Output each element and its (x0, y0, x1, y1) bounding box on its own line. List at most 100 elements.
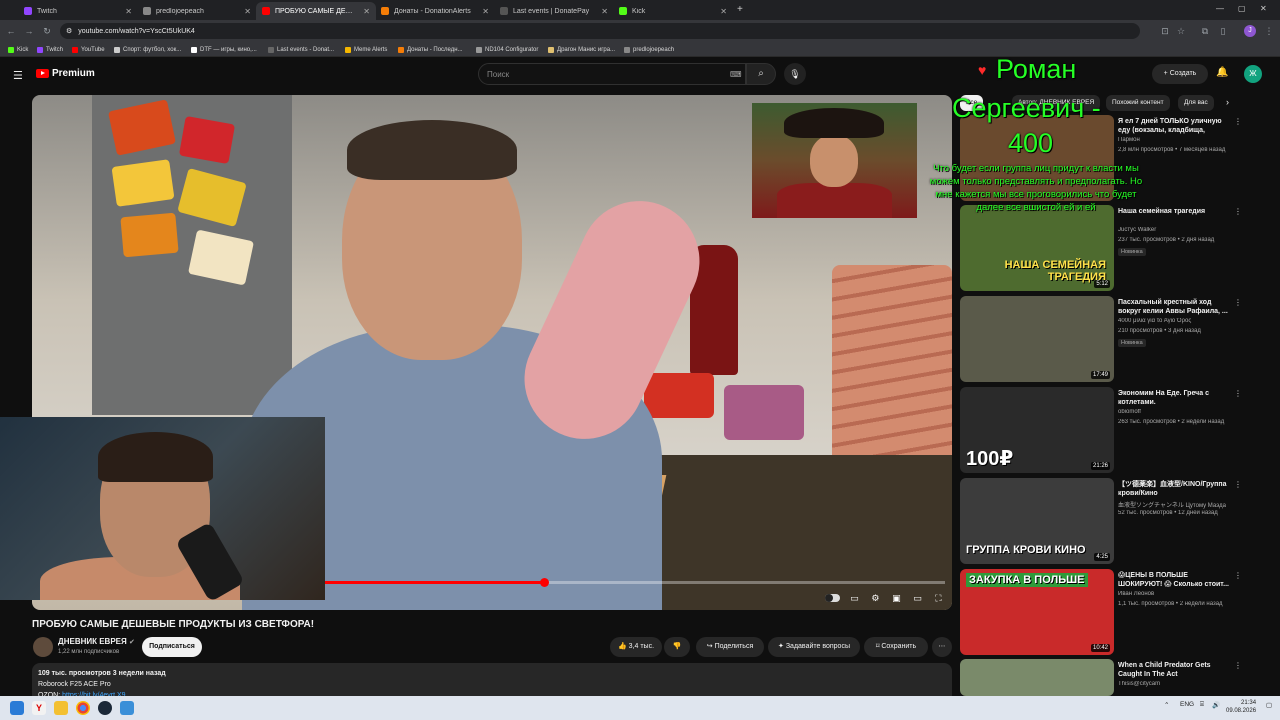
recommendation-item[interactable]: ГРУППА КРОВИ КИНО 4:25 【ツ德薬楽】血液型/KINO/Груп… (960, 478, 1242, 564)
miniplayer-icon[interactable]: ▣ (890, 592, 903, 604)
menu-dots-icon[interactable]: ⋮ (1262, 24, 1276, 38)
theater-mode-icon[interactable]: ▭ (911, 592, 924, 604)
recommendation-thumbnail[interactable]: НАША СЕМЕЙНАЯ ТРАГЕДИЯ 5:12 (960, 205, 1114, 291)
bookmark-item[interactable]: predlojoepeach (624, 44, 674, 55)
network-icon[interactable]: ⌸ (1200, 701, 1204, 709)
subtitles-icon[interactable]: ▭ (848, 592, 861, 604)
system-clock[interactable]: 21:34 09.08.2026 (1226, 699, 1256, 715)
file-explorer-icon[interactable] (54, 701, 68, 715)
chip-for-you[interactable]: Для вас (1178, 95, 1214, 111)
keyboard-icon[interactable]: ⌨ (730, 70, 742, 79)
recommendation-item[interactable]: 100₽ 21:26 Экономим На Еде. Греча с котлет… (960, 387, 1242, 473)
close-window-icon[interactable]: ✕ (1260, 4, 1267, 13)
start-menu-icon[interactable] (10, 701, 24, 715)
recommendation-title[interactable]: 【ツ德薬楽】血液型/KINO/Группа крови/Кино (1118, 480, 1230, 498)
browser-tab[interactable]: predlojoepeach ✕ (137, 2, 257, 20)
recommendation-item[interactable]: 17:49 Пасхальный крестный ход вокруг кели… (960, 296, 1242, 382)
minimize-icon[interactable]: — (1216, 4, 1224, 13)
more-options-icon[interactable]: ⋮ (1234, 117, 1242, 126)
notification-center-icon[interactable]: ▢ (1266, 701, 1272, 709)
browser-tab[interactable]: Kick ✕ (613, 2, 733, 20)
new-tab-icon[interactable]: + (737, 4, 743, 15)
chrome-icon[interactable] (76, 701, 90, 715)
recommendation-channel[interactable]: Juстус Walker (1118, 227, 1233, 233)
tab-close-icon[interactable]: ✕ (244, 7, 251, 16)
account-avatar[interactable]: Ж (1244, 65, 1262, 83)
hamburger-menu-icon[interactable]: ☰ (13, 69, 23, 82)
tab-close-icon[interactable]: ✕ (363, 7, 370, 16)
extensions-icon[interactable]: ⧉ (1198, 24, 1212, 38)
video-scrubber-handle[interactable] (539, 578, 549, 587)
bookmark-item[interactable]: YouTube (72, 44, 105, 55)
recommendation-title[interactable]: When a Child Predator Gets Caught In The… (1118, 661, 1230, 679)
recommendation-channel[interactable]: Thisis@citycam (1118, 681, 1233, 687)
browser-tab[interactable]: ПРОБУЮ САМЫЕ ДЕШЕВЫЕ П ✕ (256, 2, 376, 20)
voice-search-button[interactable]: 🎙 (784, 63, 806, 85)
search-input[interactable]: Поиск (478, 63, 746, 85)
tab-close-icon[interactable]: ✕ (125, 7, 132, 16)
youtube-logo[interactable]: Premium (36, 68, 95, 79)
browser-tab[interactable]: Донаты - DonationAlerts ✕ (375, 2, 495, 20)
like-button[interactable]: 👍 3,4 тыс. (610, 637, 662, 657)
bookmark-item[interactable]: Донаты - Последн... (398, 44, 463, 55)
recommendation-thumbnail[interactable] (960, 659, 1114, 696)
sidebar-icon[interactable]: ▯ (1216, 24, 1230, 38)
recommendation-channel[interactable]: 4000 μίλια για το Άγιο Όρος (1118, 318, 1233, 324)
recommendation-title[interactable]: Пасхальный крестный ход вокруг келии Авв… (1118, 298, 1230, 316)
browser-tab[interactable]: Last events | DonatePay ✕ (494, 2, 614, 20)
chevron-right-icon[interactable]: › (1226, 97, 1229, 107)
language-indicator[interactable]: ENG (1180, 701, 1194, 708)
recommendation-channel[interactable]: obiomoff (1118, 409, 1233, 415)
recommendation-item[interactable]: НАША СЕМЕЙНАЯ ТРАГЕДИЯ 5:12 Наша семейная … (960, 205, 1242, 291)
chip-similar[interactable]: Похожий контент (1106, 95, 1170, 111)
more-options-icon[interactable]: ⋮ (1234, 480, 1242, 489)
recommendation-thumbnail[interactable]: 100₽ 21:26 (960, 387, 1114, 473)
bookmark-item[interactable]: Спорт: футбол, хок... (114, 44, 181, 55)
settings-gear-icon[interactable]: ⚙ (869, 592, 882, 604)
dislike-button[interactable]: 👎 (664, 637, 690, 657)
recommendation-item[interactable]: When a Child Predator Gets Caught In The… (960, 659, 1242, 696)
create-button[interactable]: + Создать (1152, 64, 1208, 84)
autoplay-toggle[interactable] (825, 594, 840, 602)
bookmark-star-icon[interactable]: ☆ (1174, 24, 1188, 38)
bookmark-item[interactable]: ND104 Configurator (476, 44, 538, 55)
tab-close-icon[interactable]: ✕ (482, 7, 489, 16)
yandex-browser-icon[interactable]: Y (32, 701, 46, 715)
notifications-bell-icon[interactable]: 🔔 (1216, 67, 1228, 78)
bookmark-item[interactable]: Драгон Манис игра... (548, 44, 615, 55)
back-icon[interactable]: ← (4, 24, 18, 38)
channel-avatar[interactable] (33, 637, 53, 657)
more-actions-button[interactable]: ⋯ (932, 637, 952, 657)
tab-close-icon[interactable]: ✕ (601, 7, 608, 16)
more-options-icon[interactable]: ⋮ (1234, 298, 1242, 307)
recommendation-channel[interactable]: Пармон (1118, 137, 1233, 143)
recommendation-channel[interactable]: 血液型ソングチャンネル Цутому Маэда (1118, 500, 1233, 509)
steam-icon[interactable] (98, 701, 112, 715)
tab-close-icon[interactable]: ✕ (720, 7, 727, 16)
ask-questions-button[interactable]: ✦ Задавайте вопросы (768, 637, 860, 657)
tray-chevron-icon[interactable]: ⌃ (1164, 701, 1169, 709)
video-progress-bar[interactable] (325, 578, 945, 587)
profile-avatar-icon[interactable]: J (1244, 25, 1256, 37)
maximize-icon[interactable]: ▢ (1238, 4, 1246, 13)
recommendation-title[interactable]: Экономим На Еде. Греча с котлетами. (1118, 389, 1230, 407)
browser-tab[interactable]: Twitch ✕ (18, 2, 138, 20)
forward-icon[interactable]: → (22, 24, 36, 38)
recommendation-thumbnail[interactable]: 17:49 (960, 296, 1114, 382)
recommendation-title[interactable]: Я ел 7 дней ТОЛЬКО уличную еду (вокзалы,… (1118, 117, 1230, 135)
more-options-icon[interactable]: ⋮ (1234, 389, 1242, 398)
more-options-icon[interactable]: ⋮ (1234, 661, 1242, 670)
install-icon[interactable]: ⊡ (1158, 24, 1172, 38)
channel-name[interactable]: ДНЕВНИК ЕВРЕЯ ✔ (58, 637, 135, 646)
address-bar[interactable]: ⚙ youtube.com/watch?v=YscCt5UkUK4 (60, 23, 1140, 39)
bookmark-item[interactable]: Kick (8, 44, 28, 55)
fullscreen-icon[interactable]: ⛶ (932, 592, 945, 604)
recommendation-title[interactable]: 😱ЦЕНЫ В ПОЛЬШЕ ШОКИРУЮТ! 😱 Сколько стоит… (1118, 571, 1230, 589)
recommendation-thumbnail[interactable]: ЗАКУПКА В ПОЛЬШЕ 10:42 (960, 569, 1114, 655)
bookmark-item[interactable]: DTF — игры, кино,... (191, 44, 257, 55)
save-button[interactable]: ⌑ Сохранить (864, 637, 928, 657)
reload-icon[interactable]: ↻ (40, 24, 54, 38)
bookmark-item[interactable]: Meme Alerts (345, 44, 387, 55)
recommendation-channel[interactable]: Иван Леонов (1118, 591, 1233, 597)
share-button[interactable]: ↪ Поделиться (696, 637, 764, 657)
